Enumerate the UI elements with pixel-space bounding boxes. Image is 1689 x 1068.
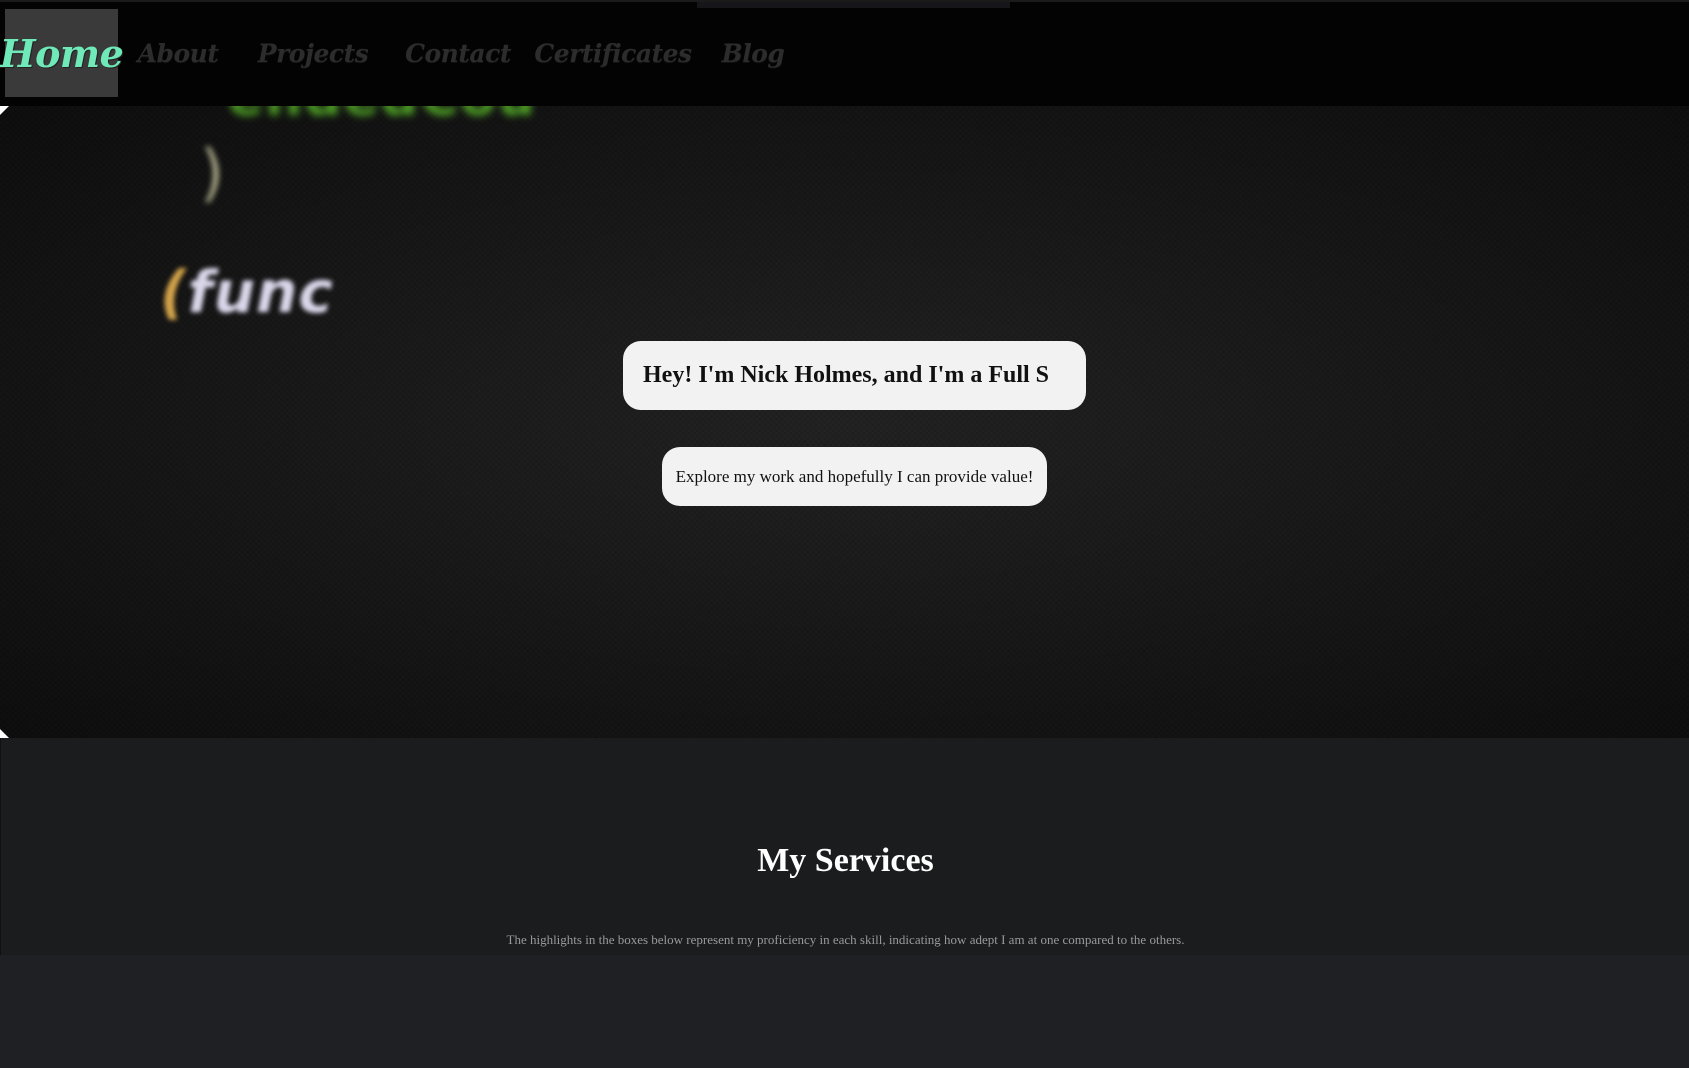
hero-background-code: ) [200,136,225,209]
hero-background-code: (func [160,258,334,326]
services-title: My Services [757,842,934,879]
nav-item-about[interactable]: About [118,9,238,97]
navbar-top-highlight [697,2,1010,8]
hero-subtitle: Explore my work and hopefully I can prov… [662,447,1047,506]
code-func-word: func [187,258,334,326]
hero-background-code: endedCou [228,106,537,128]
hero-section: endedCou ) (func Hey! I'm Nick Holmes, a… [0,106,1689,738]
top-navbar: Home About Projects Contact Certificates… [0,0,1689,106]
nav-item-projects[interactable]: Projects [238,9,388,97]
services-description: The highlights in the boxes below repres… [506,932,1185,947]
nav-item-contact[interactable]: Contact [388,9,528,97]
nav-item-blog[interactable]: Blog [698,9,808,97]
lower-page-area [0,955,1689,1068]
hero-corner-marker [0,106,9,115]
nav-item-certificates[interactable]: Certificates [528,9,698,97]
hero-corner-marker [0,729,9,738]
services-section: My Services The highlights in the boxes … [0,738,1689,955]
nav-item-home[interactable]: Home [0,9,124,97]
code-paren: ( [160,258,188,326]
nav-list: Home About Projects Contact Certificates… [0,9,808,97]
hero-title: Hey! I'm Nick Holmes, and I'm a Full S [623,341,1086,410]
